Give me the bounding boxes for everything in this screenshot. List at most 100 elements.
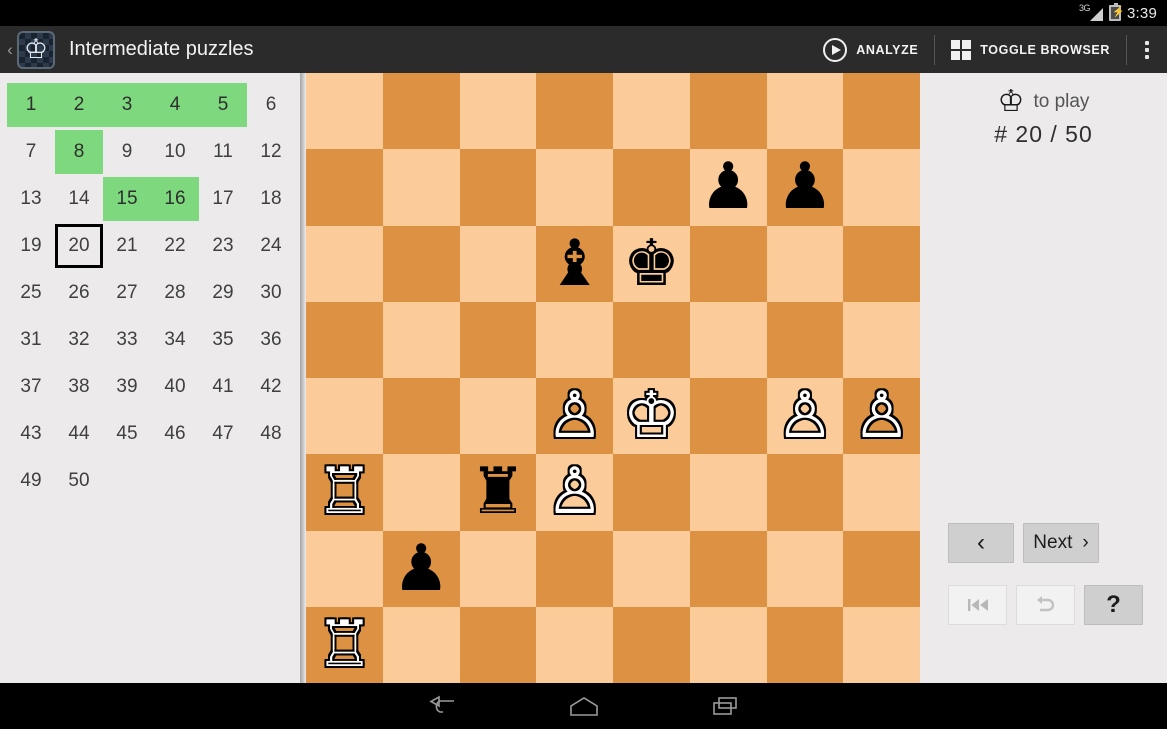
board-square-h2[interactable] bbox=[843, 530, 920, 607]
puzzle-cell-14[interactable]: 14 bbox=[55, 177, 103, 221]
puzzle-cell-24[interactable]: 24 bbox=[247, 224, 295, 268]
puzzle-cell-22[interactable]: 22 bbox=[151, 224, 199, 268]
puzzle-cell-28[interactable]: 28 bbox=[151, 271, 199, 315]
board-square-e3[interactable] bbox=[613, 454, 690, 531]
chess-king-app-icon[interactable]: ♔ bbox=[17, 30, 55, 69]
board-square-e7[interactable] bbox=[613, 149, 690, 226]
puzzle-cell-35[interactable]: 35 bbox=[199, 318, 247, 362]
board-square-e6[interactable]: ♚ bbox=[613, 225, 690, 302]
puzzle-cell-40[interactable]: 40 bbox=[151, 365, 199, 409]
android-home-icon[interactable] bbox=[563, 691, 605, 721]
board-square-e1[interactable] bbox=[613, 606, 690, 683]
board-square-h4[interactable]: ♙ bbox=[843, 378, 920, 455]
puzzle-cell-36[interactable]: 36 bbox=[247, 318, 295, 362]
puzzle-cell-8[interactable]: 8 bbox=[55, 130, 103, 174]
board-square-f3[interactable] bbox=[689, 454, 767, 531]
board-square-f4[interactable] bbox=[689, 378, 767, 455]
board-square-c3[interactable]: ♜ bbox=[459, 454, 537, 531]
board-square-b5[interactable] bbox=[382, 301, 460, 378]
puzzle-cell-6[interactable]: 6 bbox=[247, 83, 295, 127]
board-square-g2[interactable] bbox=[766, 530, 844, 607]
board-square-c6[interactable] bbox=[459, 225, 537, 302]
chess-board[interactable]: ♟ ♟ ♝ ♚ ♙ ♔ ♙ ♙ ♖ ♜ ♙ ♟ ♖ bbox=[306, 73, 920, 683]
piece-wp-icon[interactable]: ♙ bbox=[767, 378, 844, 454]
board-square-d3[interactable]: ♙ bbox=[536, 454, 613, 531]
puzzle-cell-7[interactable]: 7 bbox=[7, 130, 55, 174]
puzzle-cell-11[interactable]: 11 bbox=[199, 130, 247, 174]
puzzle-cell-1[interactable]: 1 bbox=[7, 83, 55, 127]
board-square-g6[interactable] bbox=[766, 225, 844, 302]
board-square-c2[interactable] bbox=[459, 530, 537, 607]
puzzle-cell-50[interactable]: 50 bbox=[55, 459, 103, 503]
board-square-h8[interactable] bbox=[843, 73, 920, 150]
board-square-h1[interactable] bbox=[843, 606, 920, 683]
board-square-d1[interactable] bbox=[536, 606, 613, 683]
board-square-h6[interactable] bbox=[843, 225, 920, 302]
piece-wp-icon[interactable]: ♙ bbox=[843, 378, 920, 454]
board-square-f8[interactable] bbox=[689, 73, 767, 150]
board-square-d8[interactable] bbox=[536, 73, 613, 150]
puzzle-cell-33[interactable]: 33 bbox=[103, 318, 151, 362]
puzzle-cell-43[interactable]: 43 bbox=[7, 412, 55, 456]
puzzle-cell-46[interactable]: 46 bbox=[151, 412, 199, 456]
board-square-a7[interactable] bbox=[306, 149, 383, 226]
board-square-b7[interactable] bbox=[382, 149, 460, 226]
piece-wp-icon[interactable]: ♙ bbox=[536, 378, 613, 454]
board-square-c8[interactable] bbox=[459, 73, 537, 150]
puzzle-cell-38[interactable]: 38 bbox=[55, 365, 103, 409]
overflow-menu-icon[interactable] bbox=[1127, 26, 1167, 73]
help-button[interactable]: ? bbox=[1084, 585, 1143, 625]
board-square-a8[interactable] bbox=[306, 73, 383, 150]
puzzle-cell-48[interactable]: 48 bbox=[247, 412, 295, 456]
board-square-b4[interactable] bbox=[382, 378, 460, 455]
board-square-b8[interactable] bbox=[382, 73, 460, 150]
analyze-button[interactable]: ANALYZE bbox=[807, 26, 934, 73]
puzzle-cell-39[interactable]: 39 bbox=[103, 365, 151, 409]
undo-button[interactable] bbox=[1016, 585, 1075, 625]
board-square-f5[interactable] bbox=[689, 301, 767, 378]
puzzle-cell-4[interactable]: 4 bbox=[151, 83, 199, 127]
board-square-f7[interactable]: ♟ bbox=[689, 149, 767, 226]
board-square-g1[interactable] bbox=[766, 606, 844, 683]
back-arrow-icon[interactable]: ‹ bbox=[3, 40, 17, 60]
piece-wp-icon[interactable]: ♙ bbox=[536, 454, 613, 530]
puzzle-cell-12[interactable]: 12 bbox=[247, 130, 295, 174]
puzzle-cell-13[interactable]: 13 bbox=[7, 177, 55, 221]
piece-bk-icon[interactable]: ♚ bbox=[613, 226, 690, 302]
toggle-browser-button[interactable]: TOGGLE BROWSER bbox=[935, 26, 1126, 73]
board-square-e8[interactable] bbox=[613, 73, 690, 150]
puzzle-cell-31[interactable]: 31 bbox=[7, 318, 55, 362]
board-square-b6[interactable] bbox=[382, 225, 460, 302]
board-square-a5[interactable] bbox=[306, 301, 383, 378]
board-square-c5[interactable] bbox=[459, 301, 537, 378]
board-square-h5[interactable] bbox=[843, 301, 920, 378]
board-square-b1[interactable] bbox=[382, 606, 460, 683]
piece-bp-icon[interactable]: ♟ bbox=[767, 149, 844, 225]
board-square-f6[interactable] bbox=[689, 225, 767, 302]
board-square-h3[interactable] bbox=[843, 454, 920, 531]
android-recents-icon[interactable] bbox=[705, 691, 747, 721]
puzzle-cell-34[interactable]: 34 bbox=[151, 318, 199, 362]
board-square-g8[interactable] bbox=[766, 73, 844, 150]
puzzle-cell-10[interactable]: 10 bbox=[151, 130, 199, 174]
puzzle-cell-20[interactable]: 20 bbox=[55, 224, 103, 268]
android-back-icon[interactable] bbox=[421, 691, 463, 721]
puzzle-cell-2[interactable]: 2 bbox=[55, 83, 103, 127]
board-square-d7[interactable] bbox=[536, 149, 613, 226]
puzzle-cell-29[interactable]: 29 bbox=[199, 271, 247, 315]
board-square-e5[interactable] bbox=[613, 301, 690, 378]
puzzle-cell-32[interactable]: 32 bbox=[55, 318, 103, 362]
board-square-a6[interactable] bbox=[306, 225, 383, 302]
board-square-h7[interactable] bbox=[843, 149, 920, 226]
puzzle-cell-44[interactable]: 44 bbox=[55, 412, 103, 456]
puzzle-cell-26[interactable]: 26 bbox=[55, 271, 103, 315]
restart-button[interactable] bbox=[948, 585, 1007, 625]
puzzle-cell-49[interactable]: 49 bbox=[7, 459, 55, 503]
puzzle-cell-16[interactable]: 16 bbox=[151, 177, 199, 221]
board-square-g5[interactable] bbox=[766, 301, 844, 378]
board-square-d6[interactable]: ♝ bbox=[536, 225, 613, 302]
board-square-c1[interactable] bbox=[459, 606, 537, 683]
board-square-g7[interactable]: ♟ bbox=[766, 149, 844, 226]
piece-wk-icon[interactable]: ♔ bbox=[613, 378, 690, 454]
puzzle-cell-23[interactable]: 23 bbox=[199, 224, 247, 268]
